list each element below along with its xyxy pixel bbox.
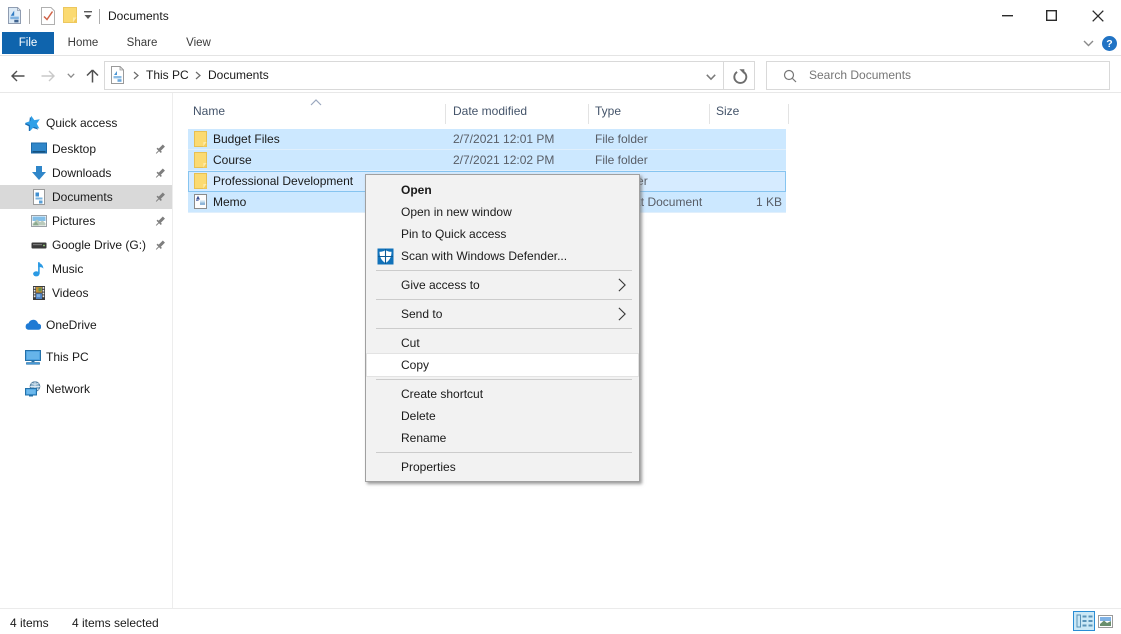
svg-text:?: ?	[1106, 38, 1112, 50]
